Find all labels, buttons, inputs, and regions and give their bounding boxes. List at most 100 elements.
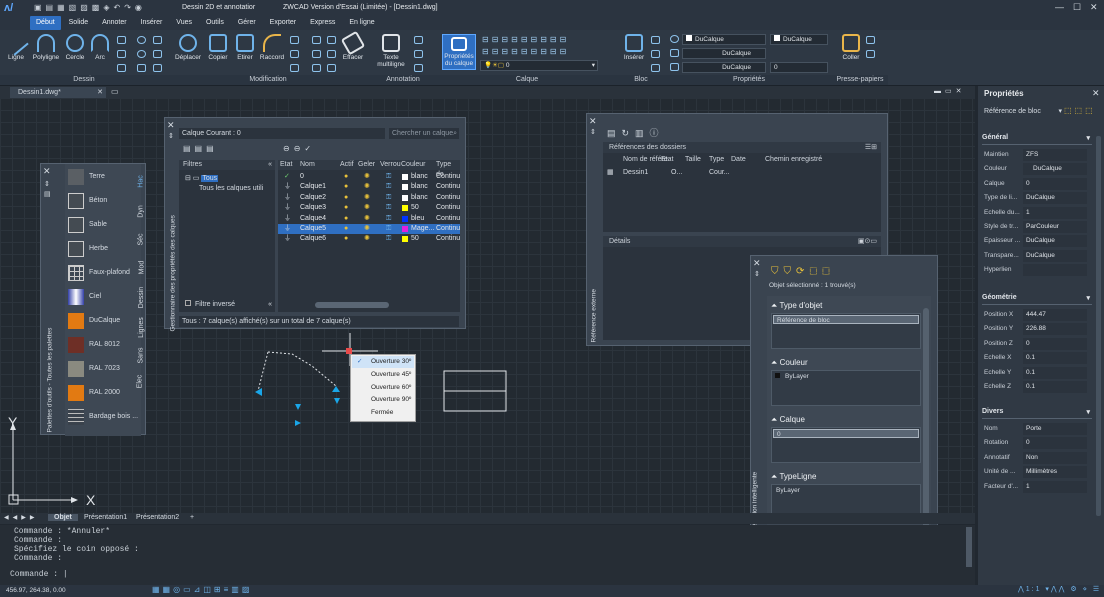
- tab-annoter[interactable]: Annoter: [96, 16, 133, 30]
- xref-toolbar-icons[interactable]: ▤↻▥ⓘ: [607, 126, 665, 139]
- tab-vues[interactable]: Vues: [170, 16, 198, 30]
- lightbulb-icon[interactable]: ●: [344, 182, 348, 192]
- property-row[interactable]: Annotatif Non: [984, 451, 1092, 465]
- layer-pin-icon[interactable]: ⇕: [168, 132, 174, 140]
- sun-icon[interactable]: ✺: [364, 182, 370, 192]
- palette-item-ral-2000[interactable]: RAL 2000: [68, 384, 140, 402]
- maximize-icon[interactable]: ☐: [1073, 2, 1081, 13]
- lock-icon[interactable]: ⚿: [386, 214, 391, 224]
- layer-scrollbar[interactable]: [315, 302, 389, 308]
- property-row[interactable]: Maintien ZFS: [984, 149, 1092, 162]
- layer-close-icon[interactable]: ✕: [167, 120, 175, 131]
- context-menu-item[interactable]: Ouverture 60º: [352, 382, 414, 394]
- lightbulb-icon[interactable]: ●: [344, 214, 348, 224]
- col-geler[interactable]: Geler: [358, 160, 375, 170]
- qs-section-header[interactable]: ⏶ Calque: [771, 414, 921, 425]
- match-properties-icon[interactable]: [670, 35, 679, 43]
- lock-icon[interactable]: ⚿: [386, 224, 391, 234]
- wipeout-icon[interactable]: [153, 50, 162, 58]
- properties-section-general[interactable]: Général ▾: [982, 134, 1092, 145]
- layer-row[interactable]: ⏚ Calque5 ● ✺ ⚿ Mage... Continu: [278, 224, 460, 234]
- layer-row[interactable]: ✓ 0 ● ✺ ⚿ blanc Continu: [278, 172, 460, 182]
- layer-search-input[interactable]: Chercher un calque ⌕: [389, 128, 459, 139]
- tab-gerer[interactable]: Gérer: [232, 16, 262, 30]
- attribute-icon[interactable]: [651, 64, 660, 72]
- lock-icon[interactable]: ⚿: [386, 182, 391, 192]
- mtext-tool-button[interactable]: Texte multiligne: [372, 34, 410, 68]
- trim-icon[interactable]: [290, 50, 299, 58]
- object-selector[interactable]: Référence de bloc ▾: [982, 106, 1062, 117]
- qs-value-item[interactable]: Référence de bloc: [773, 315, 919, 324]
- property-row[interactable]: Hyperlien: [984, 264, 1092, 277]
- lightbulb-icon[interactable]: ●: [344, 224, 348, 234]
- palette-item-ral-7023[interactable]: RAL 7023: [68, 360, 140, 378]
- layout-tab-presentation1[interactable]: Présentation1: [80, 514, 131, 521]
- edit-block-icon[interactable]: [651, 50, 660, 58]
- palette-tab-lignes[interactable]: Lignes: [138, 317, 145, 338]
- transparency-field[interactable]: 0: [770, 62, 828, 73]
- lock-icon[interactable]: ⚿: [386, 234, 391, 244]
- polyline-tool-button[interactable]: Polyligne: [30, 34, 62, 61]
- xref-col-size[interactable]: Taille: [685, 155, 701, 165]
- properties-close-icon[interactable]: ✕: [1092, 88, 1100, 99]
- xref-col-path[interactable]: Chemin enregistré: [765, 155, 822, 165]
- property-row[interactable]: Echelle du... 1: [984, 206, 1092, 220]
- context-menu-item[interactable]: ✓ Ouverture 30º: [352, 356, 414, 368]
- point-icon[interactable]: [137, 64, 146, 72]
- sun-icon[interactable]: ✺: [364, 203, 370, 213]
- sun-icon[interactable]: ✺: [364, 172, 370, 182]
- insert-block-button[interactable]: Insérer: [620, 34, 648, 61]
- region-icon[interactable]: [117, 64, 126, 72]
- palette-item-bardage-bois[interactable]: Bardage bois ...: [68, 408, 140, 426]
- layout-tab-presentation2[interactable]: Présentation2: [132, 514, 183, 521]
- xref-close-icon[interactable]: ✕: [589, 116, 597, 127]
- list-icon[interactable]: [670, 49, 679, 57]
- palette-tab-sec[interactable]: Séc: [138, 233, 145, 245]
- tab-outils[interactable]: Outils: [200, 16, 230, 30]
- layer-color-swatch[interactable]: [402, 205, 408, 212]
- property-row[interactable]: Style de tr... ParCouleur: [984, 221, 1092, 234]
- copy-clip-icon[interactable]: [866, 50, 875, 58]
- palette-tab-dyn[interactable]: Dyn: [138, 205, 145, 217]
- col-nom[interactable]: Nom: [300, 160, 315, 170]
- command-input[interactable]: Commande : |: [10, 570, 960, 581]
- qs-filter-icons[interactable]: ⛉⛉⟳⬚⬚: [771, 266, 835, 277]
- layer-dropdown[interactable]: 💡☀▢ 0 ▾: [480, 60, 598, 71]
- filter-used[interactable]: Tous les calques utili: [199, 184, 263, 193]
- xref-col-state[interactable]: Etat: [661, 155, 673, 165]
- layer-action-icons[interactable]: ⊖⊖✓: [283, 144, 315, 153]
- dimension-icon[interactable]: [414, 36, 423, 44]
- erase-tool-button[interactable]: Effacer: [340, 30, 366, 61]
- create-block-icon[interactable]: [651, 36, 660, 44]
- tab-debut[interactable]: Début: [30, 16, 61, 30]
- status-toggle-icons[interactable]: ▦▦◎▭⊿◫⊞≡▥▨: [152, 585, 252, 594]
- qs-close-icon[interactable]: ✕: [753, 258, 761, 269]
- xref-col-type[interactable]: Type: [709, 155, 724, 165]
- lightbulb-icon[interactable]: ●: [344, 193, 348, 203]
- properties-section-misc[interactable]: Divers ▾: [982, 408, 1092, 419]
- context-menu-item[interactable]: Ouverture 45º: [352, 369, 414, 381]
- invert-filter[interactable]: Filtre inversé «: [179, 299, 275, 311]
- layer-color-swatch[interactable]: [402, 184, 408, 191]
- minimize-icon[interactable]: —: [1055, 2, 1064, 12]
- rectangle-icon[interactable]: [117, 36, 126, 44]
- scale-icon[interactable]: [290, 64, 299, 72]
- lineweight-dropdown[interactable]: DuCalque: [682, 62, 766, 73]
- layer-row[interactable]: ⏚ Calque6 ● ✺ ⚿ 50 Continu: [278, 234, 460, 244]
- property-row[interactable]: Epaisseur ... DuCalque: [984, 235, 1092, 248]
- layout-tab-add[interactable]: +: [186, 514, 198, 521]
- layer-row[interactable]: ⏚ Calque3 ● ✺ ⚿ 50 Continu: [278, 203, 460, 213]
- sun-icon[interactable]: ✺: [364, 193, 370, 203]
- palette-tab-hac[interactable]: Hac: [138, 175, 145, 187]
- linetype-dropdown[interactable]: DuCalque: [682, 48, 766, 59]
- stretch-tool-button[interactable]: Etirer: [232, 34, 258, 61]
- qs-section-header[interactable]: ⏶ Type d'objet: [771, 300, 921, 311]
- layer-color-swatch[interactable]: [402, 226, 408, 232]
- lock-icon[interactable]: ⚿: [386, 172, 391, 182]
- paste-button[interactable]: Coller: [838, 34, 864, 61]
- sun-icon[interactable]: ✺: [364, 224, 370, 234]
- tab-solide[interactable]: Solide: [63, 16, 94, 30]
- layer-row[interactable]: ⏚ Calque2 ● ✺ ⚿ blanc Continu: [278, 193, 460, 203]
- context-menu-item[interactable]: Ouverture 90º: [352, 394, 414, 406]
- col-etat[interactable]: Etat: [280, 160, 292, 170]
